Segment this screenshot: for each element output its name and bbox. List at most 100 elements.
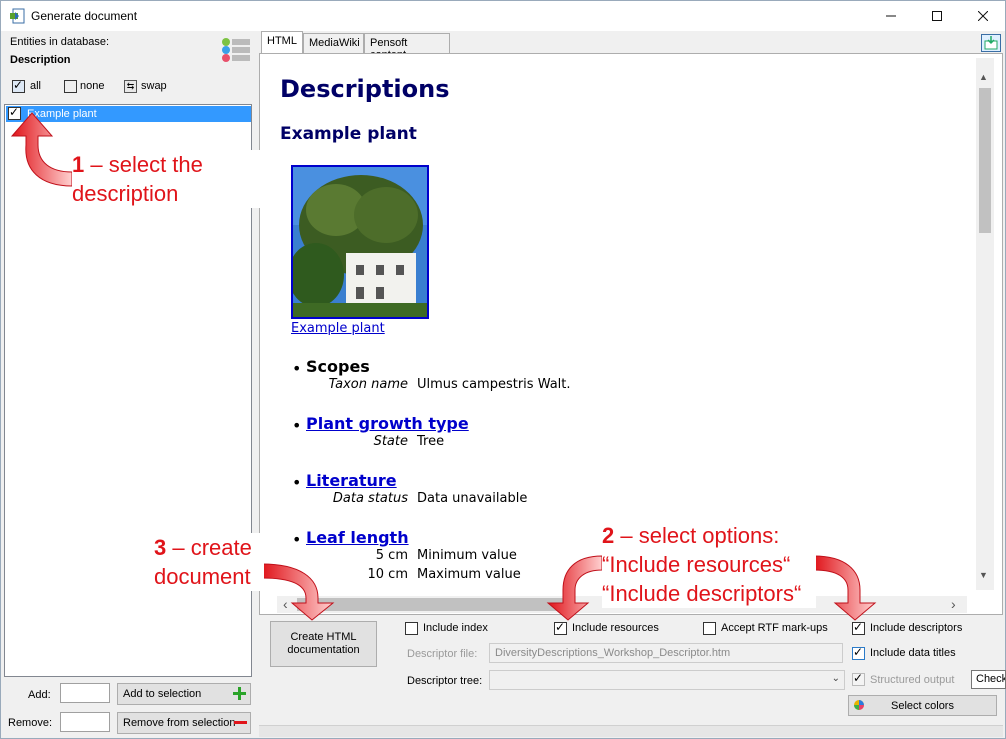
minimize-icon [886,15,896,17]
remove-button-label: Remove from selection [123,717,236,729]
tab-html[interactable]: HTML [261,31,303,54]
include-data-titles-label: Include data titles [870,647,956,659]
bullet: • [292,416,302,435]
select-colors-label: Select colors [891,700,954,712]
annotation-1: 1 – select the description [72,150,262,208]
annotation-2: 2 – select options: “Include resources“ … [602,521,816,608]
bullet: • [292,530,302,549]
all-checkbox[interactable] [12,78,25,93]
row-key: 10 cm [367,567,409,582]
row-key: Data status [332,491,408,506]
window-title: Generate document [31,9,138,23]
include-index-label: Include index [423,622,488,634]
item-checkbox[interactable] [8,105,21,120]
annotation-3-number: 3 [154,535,167,560]
annotation-3-line2: document [154,564,251,589]
row-value: Maximum value [417,567,521,582]
row-value: Ulmus campestris Walt. [417,377,571,392]
add-button-label: Add to selection [123,688,202,700]
remove-input[interactable] [60,712,110,732]
descriptor-tree-label: Descriptor tree: [407,675,483,687]
structured-output-checkbox[interactable] [852,671,865,686]
accept-rtf-label: Accept RTF mark-ups [721,622,828,634]
row-value: Tree [417,434,445,449]
row-value: Data unavailable [417,491,528,506]
item-title-literature[interactable]: Literature [306,471,397,490]
all-label: all [30,80,42,92]
image-caption-link[interactable]: Example plant [291,321,385,336]
chevron-down-icon: ⌄ [831,673,840,684]
scroll-up-icon[interactable]: ▲ [979,72,988,82]
scroll-down-icon[interactable]: ▼ [979,570,988,580]
descriptor-file-label: Descriptor file: [407,648,478,660]
tab-pensoft[interactable]: Pensoft content [364,33,450,61]
annotation-2-line1: – select options: [614,523,780,548]
item-title-plant-growth[interactable]: Plant growth type [306,414,469,433]
add-input[interactable] [60,683,110,703]
bullet: • [292,473,302,492]
annotation-1-number: 1 [72,152,85,177]
maximize-button[interactable] [914,1,960,31]
row-key: Taxon name [328,377,408,392]
vertical-scroll-thumb[interactable] [979,88,991,233]
status-bar [259,725,1003,737]
entities-label: Entities in database: [10,36,110,48]
none-label: none [80,80,105,92]
title-bar: Generate document [0,0,1006,31]
swap-label: swap [141,80,167,92]
legend-icon[interactable] [221,37,251,65]
annotation-1-line2: description [72,181,179,206]
item-title-scopes: Scopes [306,357,370,376]
plant-image[interactable] [291,165,429,319]
select-colors-button[interactable]: Select colors [848,695,997,716]
descriptor-file-input[interactable]: DiversityDescriptions_Workshop_Descripto… [489,643,843,663]
annotation-1-line1: – select the [84,152,203,177]
list-item-label: Example plant [27,108,97,120]
include-resources-label: Include resources [572,622,659,634]
entity-type-label: Description [10,54,71,66]
annotation-3-line1: – create [166,535,252,560]
app-icon [10,8,25,24]
remove-label: Remove: [8,717,53,729]
tooltip: Check [971,670,1006,689]
include-index-checkbox[interactable] [405,622,418,635]
remove-from-selection-button[interactable]: Remove from selection [117,712,251,734]
add-label: Add: [28,689,51,701]
annotation-2-line2: “Include resources“ [602,552,791,577]
include-descriptors-label: Include descriptors [870,622,963,634]
close-icon [978,11,988,21]
include-resources-checkbox[interactable] [554,620,567,635]
tab-mediawiki[interactable]: MediaWiki [303,33,364,53]
bullet: • [292,359,302,378]
page-title: Descriptions [280,75,450,103]
color-wheel-icon [854,700,864,710]
descriptor-tree-select[interactable]: ⌄ [489,670,845,690]
annotation-2-number: 2 [602,523,615,548]
export-icon[interactable] [981,34,1001,52]
scroll-right-icon[interactable]: › [951,596,956,612]
scroll-left-icon[interactable]: ‹ [283,596,288,612]
structured-output-label: Structured output [870,674,955,686]
item-title-leaf-length[interactable]: Leaf length [306,528,409,547]
minimize-button[interactable] [868,1,914,31]
include-data-titles-checkbox[interactable] [852,645,865,660]
row-key: 5 cm [375,548,408,563]
close-button[interactable] [960,1,1006,31]
row-value: Minimum value [417,548,517,563]
include-descriptors-checkbox[interactable] [852,620,865,635]
section-title: Example plant [280,124,417,144]
create-html-button[interactable]: Create HTML documentation [270,621,377,667]
document-view: Descriptions Example plant Example plant… [268,59,970,597]
none-checkbox[interactable] [64,80,77,93]
row-key: State [373,434,408,449]
annotation-2-line3: “Include descriptors“ [602,581,802,606]
list-item[interactable]: Example plant [6,105,251,122]
maximize-icon [932,11,942,21]
add-to-selection-button[interactable]: Add to selection [117,683,251,705]
plus-icon [233,687,246,700]
annotation-3: 3 – create document [150,533,264,591]
horizontal-scroll-thumb[interactable] [297,598,569,611]
accept-rtf-checkbox[interactable] [703,622,716,635]
minus-icon [234,721,247,724]
swap-icon[interactable]: ⇆ [124,80,137,93]
